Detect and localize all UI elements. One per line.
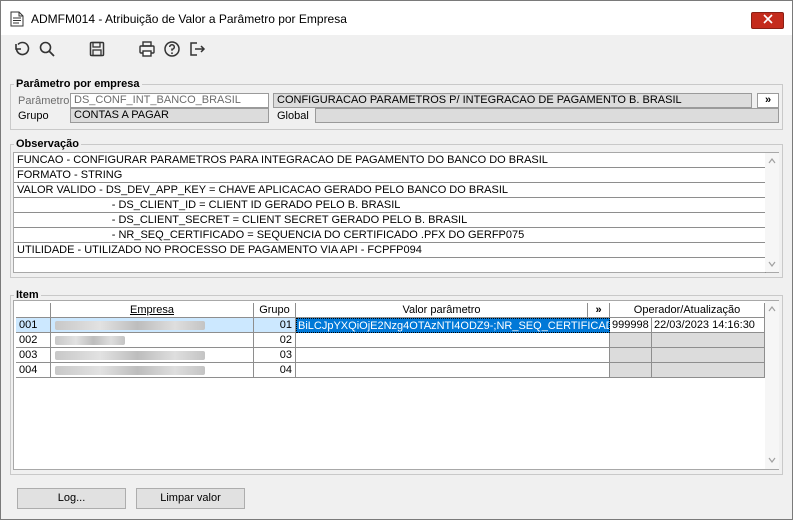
row-operador: 999998 bbox=[610, 318, 652, 333]
row-valor-input[interactable] bbox=[296, 363, 610, 378]
row-valor-input[interactable] bbox=[296, 333, 610, 348]
grupo-field: CONTAS A PAGAR bbox=[70, 108, 269, 123]
toolbar bbox=[1, 35, 792, 65]
row-empresa[interactable] bbox=[51, 363, 254, 378]
row-valor-input[interactable] bbox=[296, 348, 610, 363]
window-title: ADMFM014 - Atribuição de Valor a Parâmet… bbox=[31, 12, 347, 26]
observacao-line: FUNCAO - CONFIGURAR PARAMETROS PARA INTE… bbox=[14, 153, 766, 168]
column-header-code bbox=[16, 303, 51, 318]
row-atualizacao bbox=[652, 333, 765, 348]
row-grupo[interactable]: 04 bbox=[254, 363, 296, 378]
observacao-text-area[interactable]: FUNCAO - CONFIGURAR PARAMETROS PARA INTE… bbox=[13, 152, 779, 273]
document-icon bbox=[10, 11, 24, 27]
row-atualizacao bbox=[652, 363, 765, 378]
observacao-scrollbar[interactable] bbox=[765, 153, 779, 272]
observacao-line: UTILIDADE - UTILIZADO NO PROCESSO DE PAG… bbox=[14, 243, 766, 258]
scroll-up-icon[interactable] bbox=[767, 304, 777, 314]
row-code[interactable]: 003 bbox=[16, 348, 51, 363]
application-window: ADMFM014 - Atribuição de Valor a Parâmet… bbox=[0, 0, 793, 520]
row-empresa[interactable] bbox=[51, 318, 254, 333]
grupo-label: Grupo bbox=[18, 110, 49, 122]
parametro-label: Parâmetro bbox=[18, 95, 70, 107]
redacted-empresa bbox=[55, 321, 205, 330]
observacao-line: - DS_CLIENT_SECRET = CLIENT SECRET GERAD… bbox=[14, 213, 766, 228]
observacao-group-legend: Observação bbox=[16, 138, 79, 150]
observacao-line: - NR_SEQ_CERTIFICADO = SEQUENCIA DO CERT… bbox=[14, 228, 766, 243]
row-grupo[interactable]: 03 bbox=[254, 348, 296, 363]
row-atualizacao bbox=[652, 348, 765, 363]
parametro-lookup-button[interactable]: » bbox=[757, 93, 779, 108]
log-button[interactable]: Log... bbox=[17, 488, 126, 509]
observacao-line bbox=[14, 258, 766, 273]
column-header-valor[interactable]: Valor parâmetro bbox=[296, 303, 588, 318]
redacted-empresa bbox=[55, 366, 205, 375]
column-header-empresa[interactable]: Empresa bbox=[51, 303, 254, 318]
exit-icon[interactable] bbox=[188, 40, 206, 58]
global-field bbox=[315, 108, 779, 123]
valor-expand-button[interactable]: » bbox=[588, 303, 610, 318]
close-button[interactable] bbox=[751, 12, 784, 29]
help-icon[interactable] bbox=[163, 40, 181, 58]
limpar-valor-button[interactable]: Limpar valor bbox=[136, 488, 245, 509]
title-bar[interactable]: ADMFM014 - Atribuição de Valor a Parâmet… bbox=[1, 1, 792, 35]
observacao-line: - DS_CLIENT_ID = CLIENT ID GERADO PELO B… bbox=[14, 198, 766, 213]
global-label: Global bbox=[277, 110, 309, 122]
save-icon[interactable] bbox=[88, 40, 106, 58]
search-icon[interactable] bbox=[38, 40, 56, 58]
row-grupo[interactable]: 01 bbox=[254, 318, 296, 333]
row-code[interactable]: 002 bbox=[16, 333, 51, 348]
parametro-description-field: CONFIGURACAO PARAMETROS P/ INTEGRACAO DE… bbox=[273, 93, 752, 108]
column-header-operador[interactable]: Operador/Atualização bbox=[610, 303, 765, 318]
row-valor-input[interactable]: BiLCJpYXQiOjE2Nzg4OTAzNTI4ODZ9-;NR_SEQ_C… bbox=[296, 318, 610, 333]
redacted-empresa bbox=[55, 336, 125, 345]
parametro-group-legend: Parâmetro por empresa bbox=[16, 78, 140, 90]
print-icon[interactable] bbox=[138, 40, 156, 58]
row-atualizacao: 22/03/2023 14:16:30 bbox=[652, 318, 765, 333]
scroll-down-icon[interactable] bbox=[767, 455, 777, 465]
observacao-line: FORMATO - STRING bbox=[14, 168, 766, 183]
item-grid-scrollbar[interactable] bbox=[765, 301, 779, 469]
row-code[interactable]: 004 bbox=[16, 363, 51, 378]
row-operador bbox=[610, 333, 652, 348]
scroll-down-icon[interactable] bbox=[767, 259, 777, 269]
scroll-up-icon[interactable] bbox=[767, 156, 777, 166]
parametro-field[interactable]: DS_CONF_INT_BANCO_BRASIL bbox=[70, 93, 269, 108]
row-empresa[interactable] bbox=[51, 348, 254, 363]
redacted-empresa bbox=[55, 351, 205, 360]
observacao-line: VALOR VALIDO - DS_DEV_APP_KEY = CHAVE AP… bbox=[14, 183, 766, 198]
row-operador bbox=[610, 363, 652, 378]
empresa-header-label: Empresa bbox=[129, 304, 175, 316]
column-header-grupo[interactable]: Grupo bbox=[254, 303, 296, 318]
row-code[interactable]: 001 bbox=[16, 318, 51, 333]
row-empresa[interactable] bbox=[51, 333, 254, 348]
undo-icon[interactable] bbox=[12, 40, 30, 58]
row-operador bbox=[610, 348, 652, 363]
close-icon bbox=[762, 14, 773, 27]
row-grupo[interactable]: 02 bbox=[254, 333, 296, 348]
